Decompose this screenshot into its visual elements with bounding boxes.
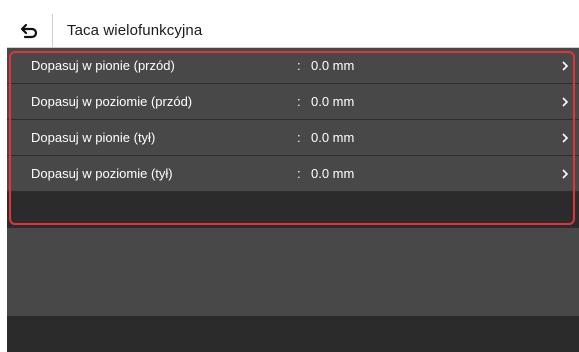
setting-value: 0.0 mm bbox=[311, 58, 355, 73]
device-screen: Taca wielofunkcyjna Dopasuj w pionie (pr… bbox=[7, 14, 579, 352]
setting-row-vertical-front[interactable]: Dopasuj w pionie (przód) : 0.0 mm bbox=[7, 48, 579, 84]
settings-list: Dopasuj w pionie (przód) : 0.0 mm Dopasu… bbox=[7, 48, 579, 192]
setting-value: 0.0 mm bbox=[311, 130, 355, 145]
setting-colon: : bbox=[297, 166, 301, 181]
chevron-right-icon bbox=[562, 169, 569, 179]
back-button[interactable] bbox=[7, 14, 53, 47]
setting-label: Dopasuj w pionie (przód) bbox=[31, 58, 175, 73]
chevron-right-icon bbox=[562, 61, 569, 71]
setting-value: 0.0 mm bbox=[311, 166, 355, 181]
chevron-right-icon bbox=[562, 97, 569, 107]
setting-label: Dopasuj w poziomie (przód) bbox=[31, 94, 193, 109]
bottom-bar bbox=[7, 316, 579, 352]
setting-colon: : bbox=[297, 94, 301, 109]
setting-colon: : bbox=[297, 58, 301, 73]
setting-row-horizontal-front[interactable]: Dopasuj w poziomie (przód) : 0.0 mm bbox=[7, 84, 579, 120]
chevron-right-icon bbox=[562, 133, 569, 143]
setting-value: 0.0 mm bbox=[311, 94, 355, 109]
header-bar: Taca wielofunkcyjna bbox=[7, 14, 579, 48]
setting-colon: : bbox=[297, 130, 301, 145]
setting-label: Dopasuj w pionie (tył) bbox=[31, 130, 156, 145]
page-title: Taca wielofunkcyjna bbox=[67, 22, 203, 39]
empty-list-area bbox=[7, 228, 579, 316]
setting-row-vertical-back[interactable]: Dopasuj w pionie (tył) : 0.0 mm bbox=[7, 120, 579, 156]
setting-row-horizontal-back[interactable]: Dopasuj w poziomie (tył) : 0.0 mm bbox=[7, 156, 579, 192]
back-arrow-icon bbox=[20, 23, 37, 38]
setting-label: Dopasuj w poziomie (tył) bbox=[31, 166, 173, 181]
